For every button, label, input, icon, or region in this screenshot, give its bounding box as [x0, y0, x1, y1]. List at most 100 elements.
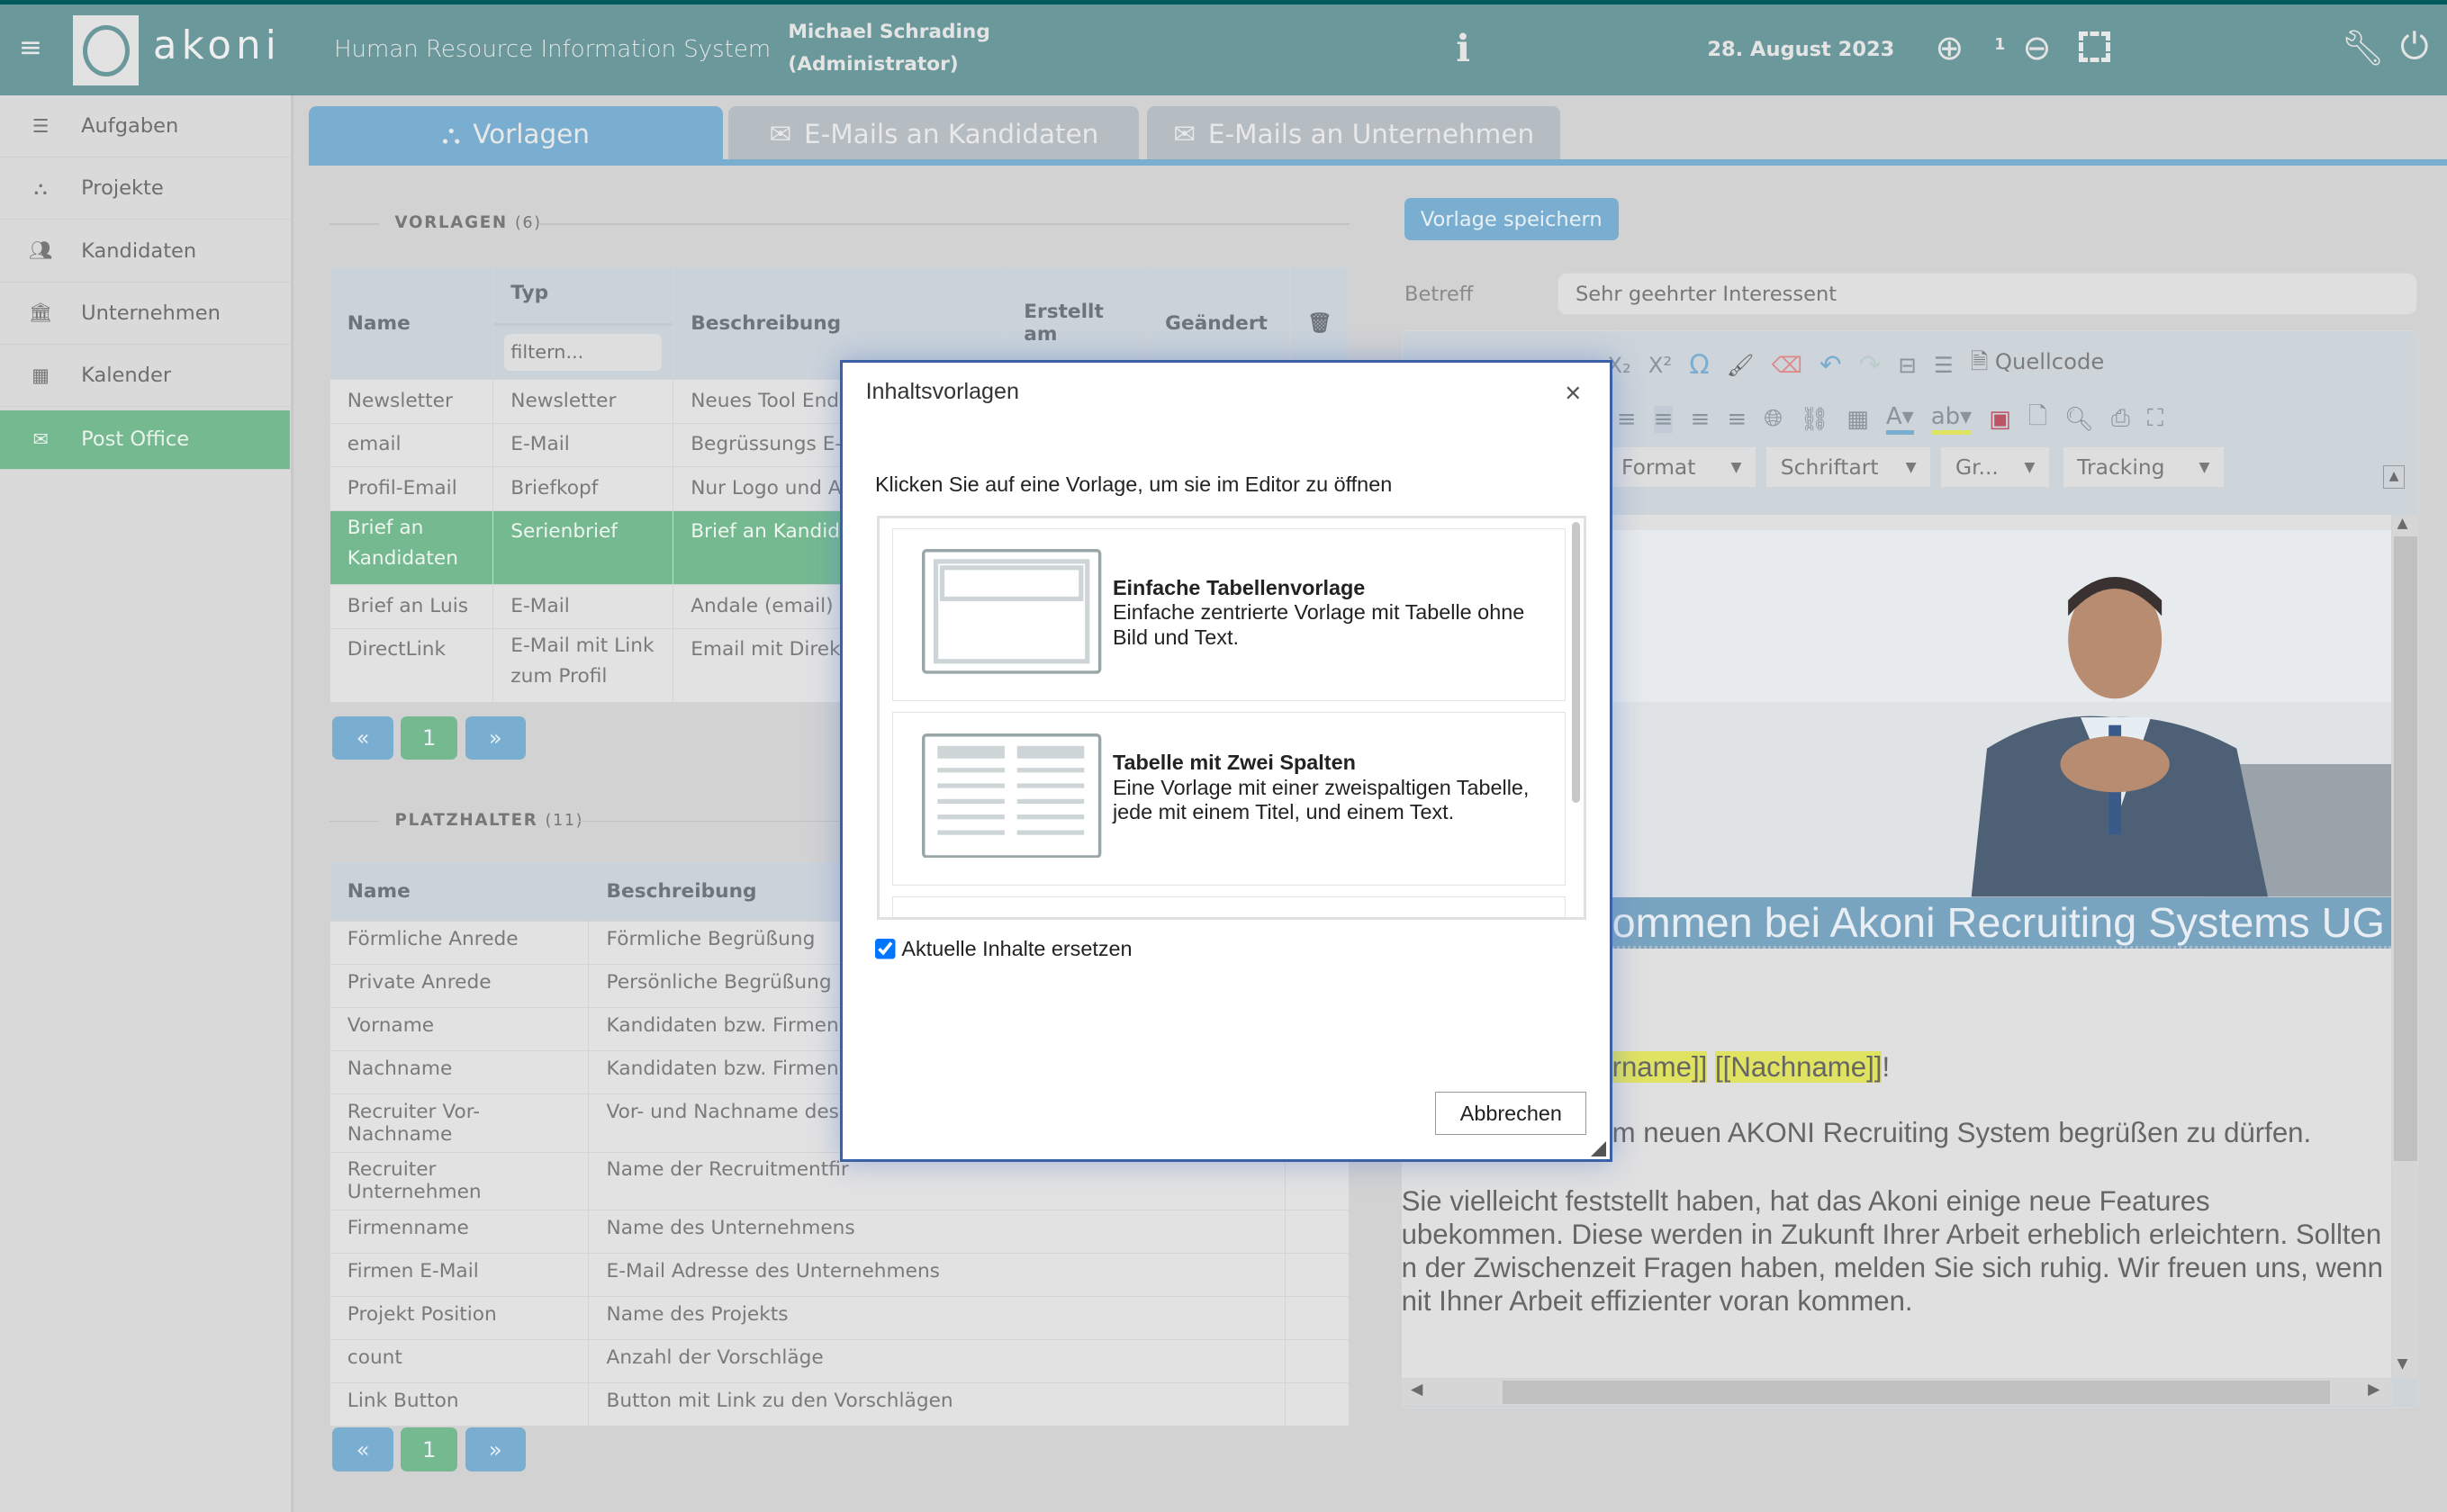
cell-typ: E-Mail: [492, 422, 674, 468]
preview-icon[interactable]: 🔍︎: [2064, 406, 2094, 433]
col-typ-label[interactable]: Typ: [493, 268, 673, 326]
fullscreen-icon[interactable]: [2078, 31, 2110, 63]
align-left-icon[interactable]: ≡: [1617, 406, 1637, 433]
info-icon[interactable]: i: [1456, 26, 1470, 70]
cell-beschreibung: Button mit Link zu den Vorschlägen: [588, 1382, 1286, 1427]
sidebar-item-unternehmen[interactable]: 🏛︎ Unternehmen: [0, 283, 291, 346]
cell-beschreibung: E-Mail Adresse des Unternehmens: [588, 1253, 1286, 1298]
format-dropdown[interactable]: Format ▼: [1607, 447, 1756, 487]
dialog-instruction: Klicken Sie auf eine Vorlage, um sie im …: [874, 472, 1393, 496]
cell-name: Private Anrede: [329, 963, 590, 1008]
tab-emails-kandidaten[interactable]: ✉ E-Mails an Kandidaten: [728, 105, 1140, 163]
sitemap-icon: ⛬: [33, 176, 48, 199]
cell-name: Projekt Position: [329, 1296, 590, 1341]
table-row[interactable]: Firmen E-Mail E-Mail Adresse des Unterneh…: [329, 1253, 1350, 1298]
tab-label: E-Mails an Kandidaten: [804, 119, 1099, 150]
tab-vorlagen[interactable]: ⛬ Vorlagen: [309, 105, 723, 163]
align-center-icon[interactable]: ≡: [1653, 405, 1674, 433]
tab-emails-unternehmen[interactable]: ✉ E-Mails an Unternehmen: [1147, 105, 1561, 163]
collapse-toolbar-button[interactable]: ▲: [2382, 464, 2406, 489]
justify-icon[interactable]: ≡: [1727, 406, 1747, 433]
menu-icon[interactable]: ≡: [19, 32, 42, 64]
sidebar-item-kandidaten[interactable]: 👥︎ Kandidaten: [0, 220, 291, 283]
cancel-button[interactable]: Abbrechen: [1435, 1091, 1587, 1136]
table-row[interactable]: Link Button Button mit Link zu den Vorsch…: [329, 1382, 1350, 1427]
image-icon[interactable]: ▣: [1989, 406, 2011, 433]
resize-handle[interactable]: [1591, 1141, 1607, 1156]
intro-line: m neuen AKONI Recruiting System begrüßen…: [1612, 1117, 2312, 1149]
sidebar-item-kalender[interactable]: ▦ Kalender: [0, 345, 291, 408]
redo-icon[interactable]: ↷: [1859, 349, 1882, 380]
close-icon[interactable]: ×: [1565, 377, 1581, 410]
logo[interactable]: [73, 15, 140, 86]
bg-color-icon[interactable]: ab▾: [1930, 403, 1973, 436]
font-dropdown[interactable]: Schriftart ▼: [1766, 447, 1931, 487]
page-1-button[interactable]: 1: [401, 716, 457, 760]
horizontal-scrollbar[interactable]: ◀ ▶: [1401, 1379, 2393, 1406]
sidebar-item-projekte[interactable]: ⛬ Projekte: [0, 158, 291, 220]
subject-input[interactable]: [1557, 273, 2418, 316]
tracking-dropdown[interactable]: Tracking ▼: [2063, 447, 2225, 487]
template-thumbnail: [922, 549, 1102, 674]
undo-icon[interactable]: ↶: [1819, 349, 1842, 380]
cell-name: DirectLink: [329, 627, 494, 704]
text-color-icon[interactable]: A▾: [1885, 403, 1914, 436]
source-code-button[interactable]: 🗎︎ Quellcode: [1971, 346, 2105, 383]
sitemap-icon: ⛬: [441, 118, 461, 149]
replace-content-checkbox[interactable]: Aktuelle Inhalte ersetzen: [874, 937, 1133, 961]
align-right-icon[interactable]: ≡: [1691, 406, 1711, 433]
template-item-two-columns[interactable]: Tabelle mit Zwei Spalten Eine Vorlage mit…: [891, 712, 1567, 886]
sidebar-item-aufgaben[interactable]: ☰ Aufgaben: [0, 95, 291, 158]
format-painter-icon[interactable]: 🖌︎: [1727, 352, 1755, 378]
next-page-button[interactable]: »: [465, 716, 527, 760]
line-height-icon[interactable]: ☰: [1934, 352, 1954, 378]
col-name[interactable]: Name: [329, 860, 590, 922]
user-name: Michael Schrading: [788, 20, 990, 43]
table-row[interactable]: Projekt Position Name des Projekts: [329, 1296, 1350, 1341]
superscript-icon[interactable]: X²: [1648, 352, 1672, 378]
list-scrollbar[interactable]: [1572, 521, 1580, 803]
cell-name: Brief an Kandidaten: [329, 509, 494, 586]
col-name[interactable]: Name: [329, 266, 494, 381]
template-item-simple-table[interactable]: Einfache Tabellenvorlage Einfache zentrie…: [891, 527, 1567, 702]
page-1-button[interactable]: 1: [401, 1427, 457, 1472]
tab-label: E-Mails an Unternehmen: [1207, 119, 1535, 150]
special-char-icon[interactable]: Ω: [1689, 349, 1710, 380]
table-row[interactable]: count Anzahl der Vorschläge: [329, 1339, 1350, 1384]
cell-typ: Serienbrief: [492, 509, 674, 586]
replace-checkbox-input[interactable]: [874, 938, 898, 960]
wrench-icon[interactable]: 🔧︎: [2341, 28, 2384, 68]
sidebar-item-post-office[interactable]: ✉ Post Office: [0, 410, 291, 470]
table-row[interactable]: Firmenname Name des Unternehmens: [329, 1210, 1350, 1255]
power-icon[interactable]: ⏻: [2400, 26, 2429, 68]
sidebar-item-label: Aufgaben: [81, 113, 179, 138]
size-dropdown[interactable]: Gr... ▼: [1941, 447, 2049, 487]
unlink-icon[interactable]: ⛓︎: [1800, 406, 1829, 433]
user-role: (Administrator): [788, 52, 959, 76]
template-item-partial[interactable]: [891, 896, 1567, 918]
save-template-button[interactable]: Vorlage speichern: [1404, 198, 1619, 240]
maximize-icon[interactable]: ⛶: [2147, 405, 2163, 433]
vertical-scrollbar[interactable]: ▼ ▲: [2392, 515, 2419, 1378]
cell-name: Recruiter Unternehmen: [329, 1151, 590, 1211]
table-icon[interactable]: ▦: [1847, 406, 1869, 433]
page-break-icon[interactable]: ⊟: [1899, 352, 1917, 378]
prev-page-button[interactable]: «: [332, 1427, 393, 1472]
system-title: Human Resource Information System: [333, 35, 772, 63]
template-text: Einfache Tabellenvorlage Einfache zentrie…: [1112, 575, 1525, 650]
zoom-out-icon[interactable]: ⊖: [2022, 28, 2051, 68]
print-icon[interactable]: ⎙: [2111, 405, 2130, 433]
tab-label: Vorlagen: [473, 119, 590, 150]
list-icon: ☰: [32, 114, 50, 137]
sidebar-item-label: Projekte: [81, 176, 164, 201]
zoom-in-icon[interactable]: ⊕: [1935, 28, 1964, 68]
link-icon[interactable]: 🌐︎: [1764, 405, 1783, 433]
prev-page-button[interactable]: «: [332, 716, 393, 760]
cell-name: count: [329, 1339, 590, 1384]
next-page-button[interactable]: »: [465, 1427, 527, 1472]
template-icon[interactable]: 🗋︎: [2028, 400, 2047, 439]
divider: [329, 222, 380, 225]
mail-stack-icon: ✉: [769, 119, 792, 150]
remove-format-icon[interactable]: ⌫: [1772, 352, 1802, 378]
typ-filter-input[interactable]: [504, 333, 663, 372]
